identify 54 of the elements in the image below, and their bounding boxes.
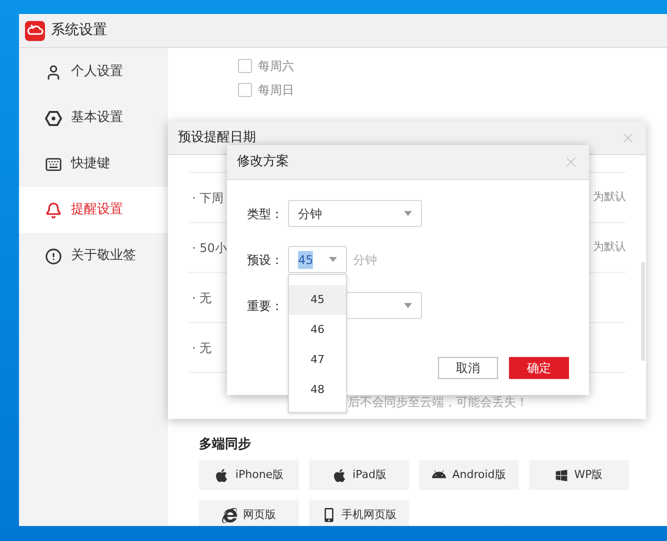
apple-icon [214,468,230,482]
dropdown-option[interactable]: 46 [289,315,346,345]
field-label: 类型： [247,206,284,222]
set-default-link[interactable]: 为默认 [593,189,626,206]
platform-button[interactable]: iPad版 [309,460,409,490]
field-label: 重要： [247,298,284,314]
caret-icon [404,303,412,308]
platform-button[interactable]: WP版 [529,460,629,490]
alert-icon [45,248,62,264]
select-field[interactable]: 45 [288,246,347,273]
browser-icon [222,508,237,522]
platform-button[interactable]: 网页版 [199,500,299,526]
cancel-button[interactable]: 取消 [438,357,498,379]
user-icon [45,64,62,80]
preset-text: · 无 [192,290,212,306]
sidebar-item[interactable]: 关于敬业签 [19,233,168,279]
platform-button[interactable]: Android版 [419,460,519,490]
caret-icon [329,257,337,262]
section-title: 多端同步 [199,436,252,454]
dropdown-option[interactable]: 47 [289,345,346,375]
preset-text: · 50小 [192,240,227,256]
notice-text: 后不会同步至云端，可能会丢失！ [348,395,528,409]
preset-text: · 下周 [192,190,224,206]
checkbox-label: 每周六 [258,58,294,75]
select-value: 45 [298,250,314,268]
sidebar-item[interactable]: 基本设置 [19,95,168,141]
unit-label: 分钟 [353,252,377,268]
sidebar-item[interactable]: 提醒设置 [19,187,168,233]
sidebar-item[interactable]: 个人设置 [19,49,168,95]
phone-icon [322,508,336,522]
dropdown-option[interactable]: 45 [289,285,346,315]
hexagon-icon [45,110,62,126]
dialog-title: 修改方案 [237,153,289,172]
select-field[interactable]: 分钟 [288,200,422,227]
set-default-link[interactable]: 为默认 [593,239,626,256]
checkbox[interactable] [238,59,252,73]
platform-button[interactable]: iPhone版 [199,460,299,490]
bell-icon [45,202,62,218]
window-title: 系统设置 [51,21,107,40]
caret-icon [404,211,412,216]
checkbox[interactable] [238,83,252,97]
confirm-button[interactable]: 确定 [509,357,569,379]
dialog-title: 预设提醒日期 [178,128,256,147]
app-logo-icon [25,20,45,40]
windows-icon [555,468,568,482]
preset-text: · 无 [192,340,212,356]
sidebar-item[interactable]: 快捷键 [19,141,168,187]
dropdown-option[interactable]: 48 [289,375,346,405]
keyboard-icon [45,156,62,172]
checkbox-label: 每周日 [258,82,294,99]
field-label: 预设： [247,252,284,268]
apple-icon [332,468,347,482]
platform-button[interactable]: 手机网页版 [309,500,409,526]
select-value: 分钟 [298,206,322,222]
